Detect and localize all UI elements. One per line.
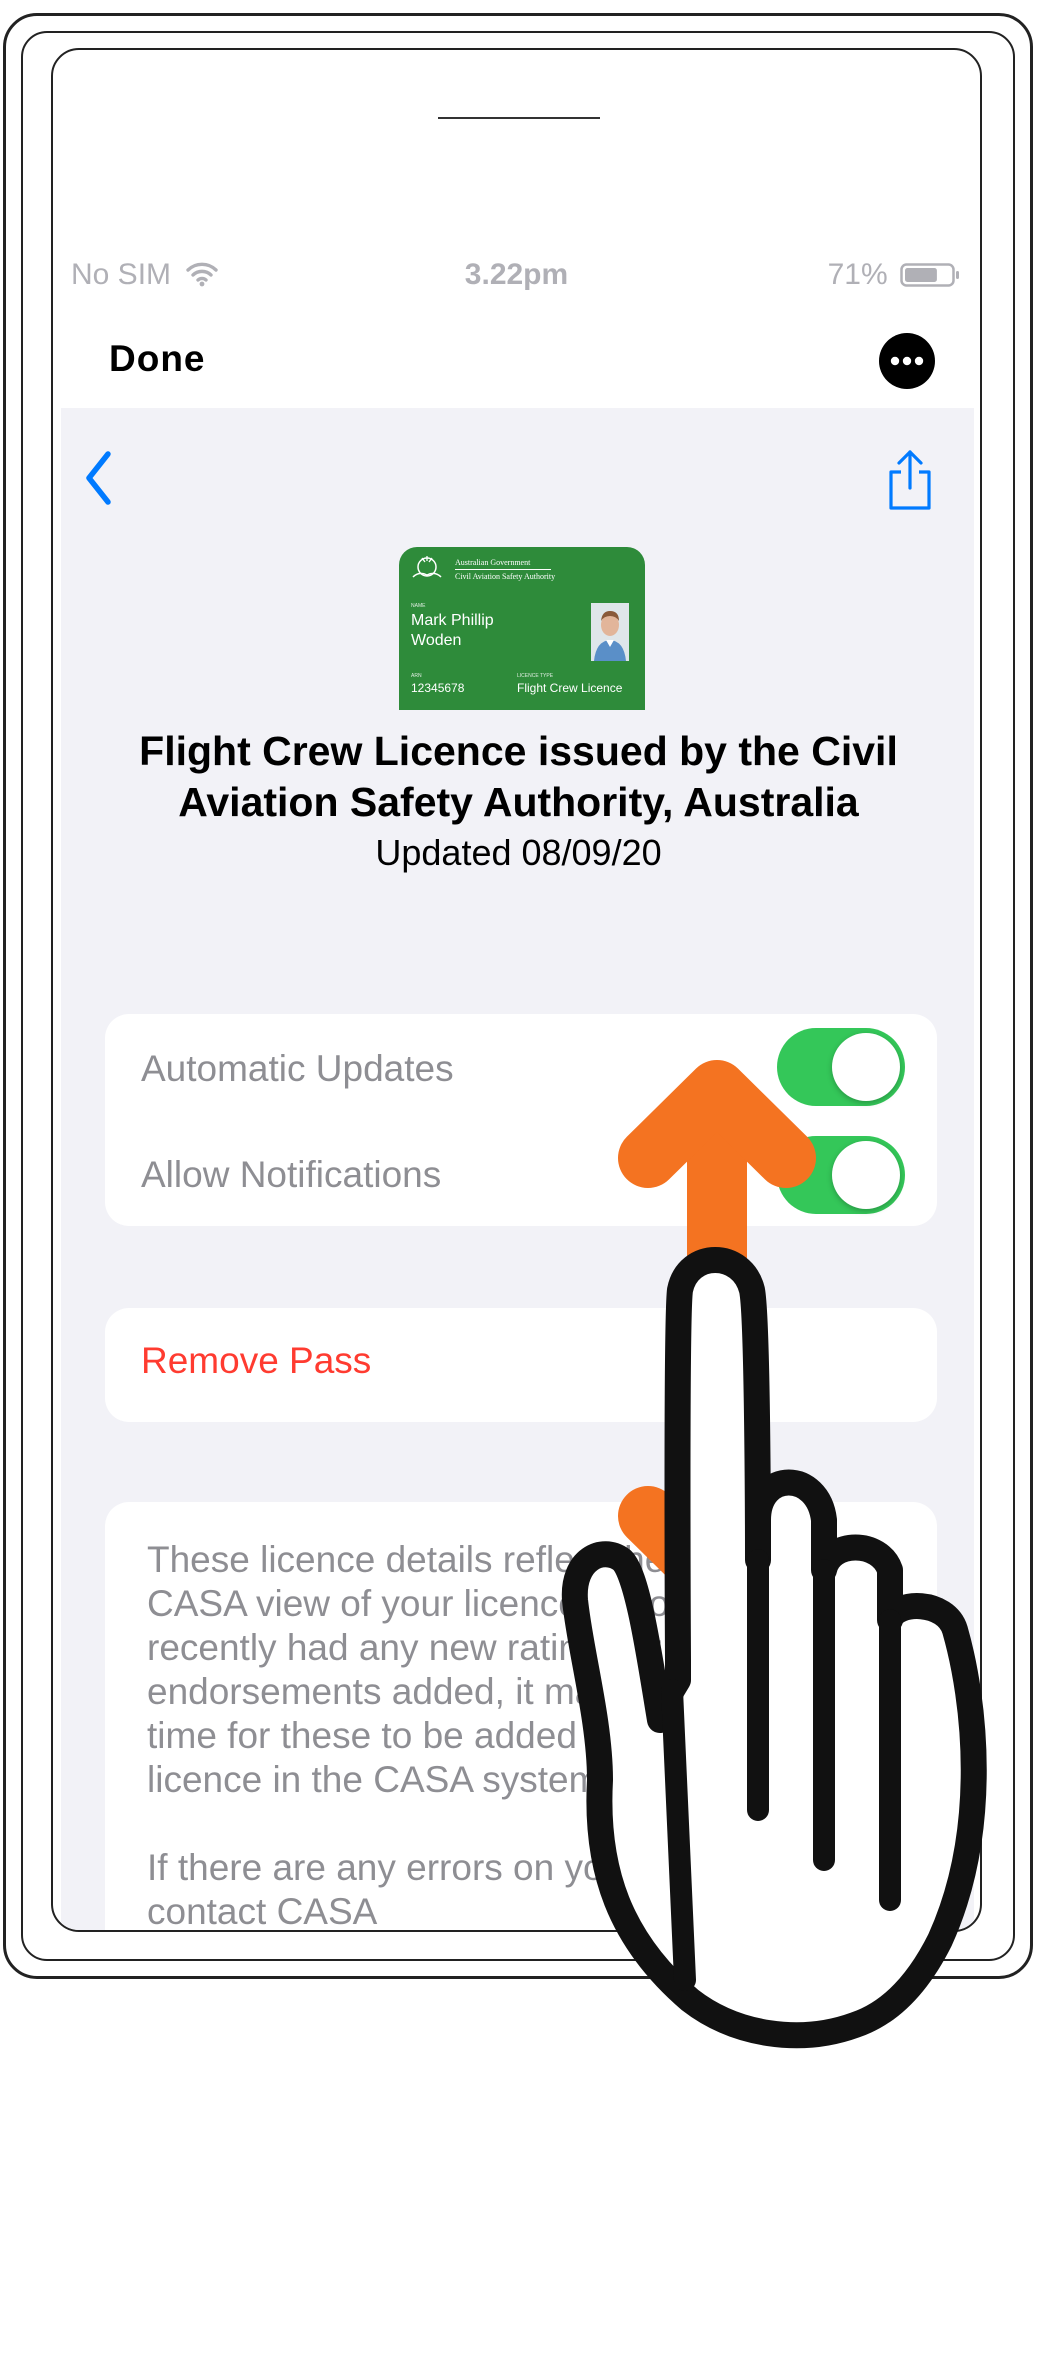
gesture-overlay bbox=[561, 1060, 987, 2049]
hand-pointer-icon bbox=[561, 1247, 987, 2049]
